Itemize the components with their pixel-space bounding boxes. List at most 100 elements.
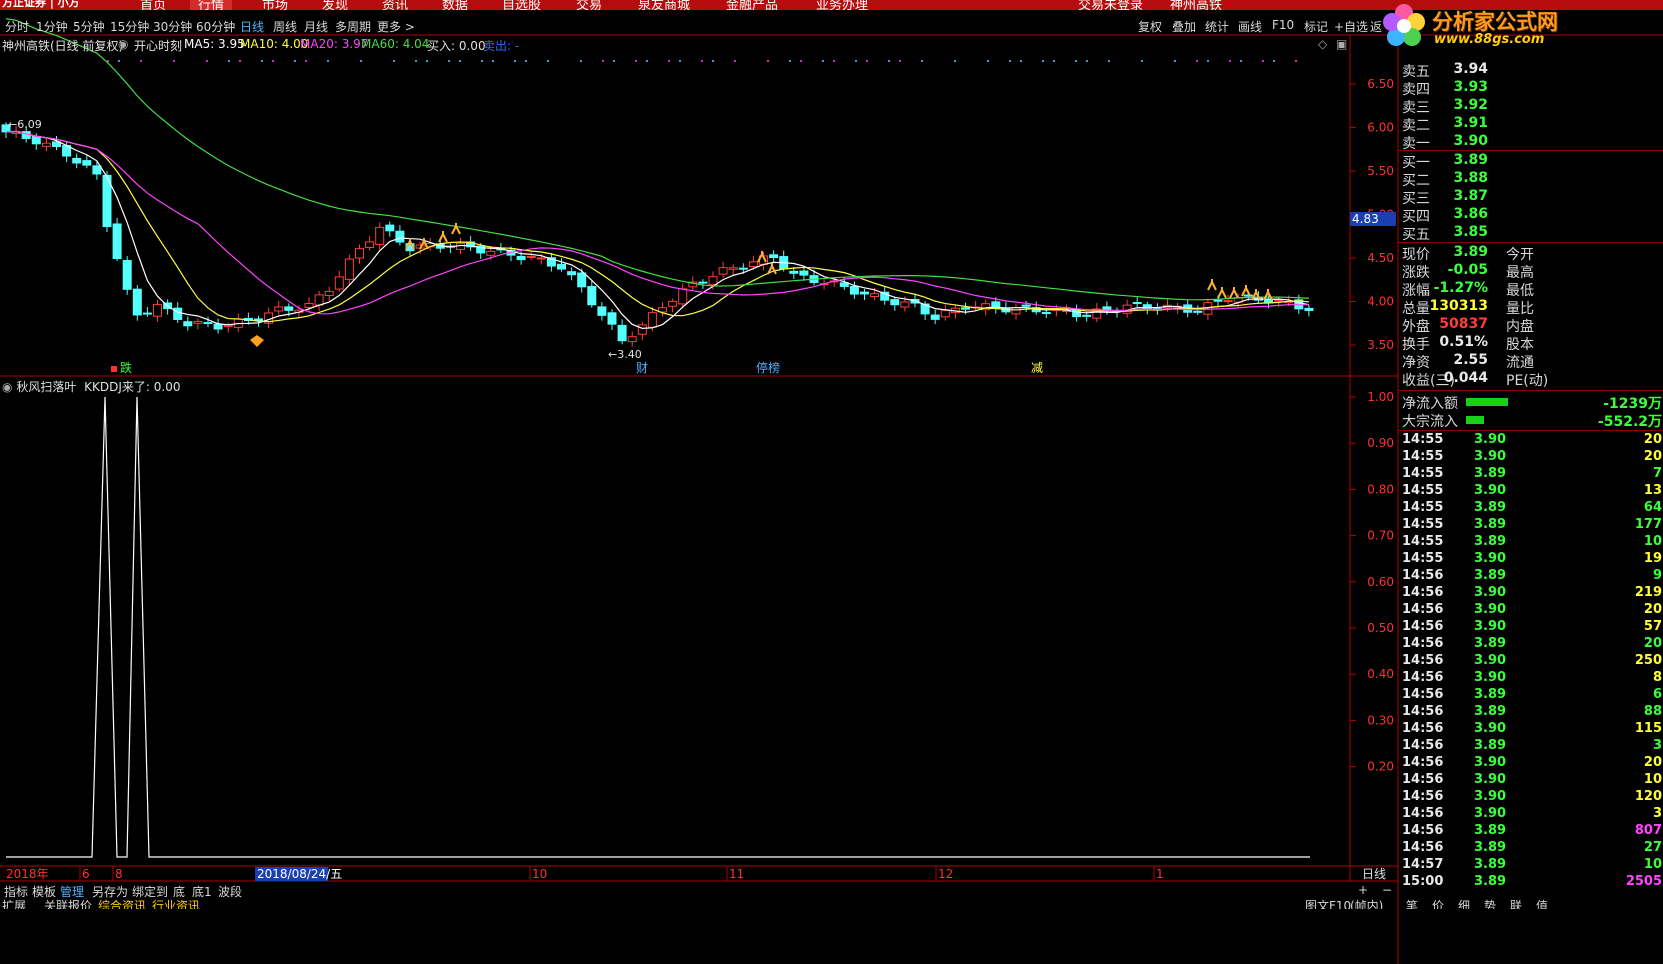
- sell-level-1[interactable]: 卖一 3.90: [1400, 133, 1662, 152]
- period-weekly[interactable]: 周线: [273, 18, 297, 35]
- login-status[interactable]: 交易未登录: [1078, 0, 1143, 10]
- bottom2-detail[interactable]: 细: [1458, 898, 1470, 909]
- bottom2-related-quotes[interactable]: 关联报价: [44, 898, 92, 909]
- zoom-in-button[interactable]: +: [1358, 883, 1368, 897]
- stat-row-2-label2: 最低: [1506, 283, 1534, 299]
- period-30min[interactable]: 30分钟: [153, 18, 192, 35]
- tool-stats-button[interactable]: 统计: [1205, 18, 1229, 35]
- menu-quotes[interactable]: 行情: [190, 0, 233, 10]
- buy-level-5-value: 3.85: [1453, 224, 1488, 240]
- bottom2-inframe[interactable]: (帧内): [1350, 898, 1383, 909]
- candle-body: [72, 157, 82, 164]
- candle-body: [587, 286, 597, 306]
- stat-row-1[interactable]: 涨跌 -0.05 最高: [1400, 262, 1662, 281]
- candle-body: [708, 276, 718, 286]
- signal-dot: [1108, 60, 1110, 62]
- tool-mark-button[interactable]: 标记: [1304, 18, 1328, 35]
- candle-body: [849, 285, 859, 295]
- menu-trade[interactable]: 交易: [576, 0, 602, 10]
- signal-dot: [1229, 60, 1231, 62]
- stat-row-6[interactable]: 净资 2.55 流通: [1400, 352, 1662, 371]
- tick-volume: 57: [1643, 619, 1662, 634]
- buy-level-3[interactable]: 买三 3.87: [1400, 188, 1662, 207]
- period-1min[interactable]: 1分钟: [36, 18, 68, 35]
- menu-discover[interactable]: 发现: [322, 0, 348, 10]
- tick-volume: 115: [1634, 721, 1662, 736]
- sell-signal-label: 卖出: -: [483, 39, 520, 53]
- tick-price: 3.90: [1474, 602, 1507, 617]
- stat-row-4[interactable]: 外盘 50837 内盘: [1400, 316, 1662, 335]
- tool-overlay-button[interactable]: 叠加: [1172, 18, 1196, 35]
- bottom2-trend[interactable]: 势: [1484, 898, 1496, 909]
- sub-indicator-title[interactable]: 秋风扫落叶: [16, 380, 76, 394]
- stat-row-3[interactable]: 总量 130313 量比: [1400, 298, 1662, 317]
- tool-f10-button[interactable]: F10: [1272, 18, 1294, 32]
- indicator-name[interactable]: 开心时刻: [134, 37, 182, 54]
- period-5min[interactable]: 5分钟: [73, 18, 105, 35]
- buy-level-4[interactable]: 买四 3.86: [1400, 206, 1662, 225]
- indicator-toggle-icon[interactable]: ◉: [118, 37, 128, 51]
- candle-body: [728, 267, 738, 270]
- flow-row-1: 大宗流入 -552.2万: [1400, 411, 1662, 430]
- window-icon[interactable]: ▣: [1336, 37, 1347, 51]
- stat-row-2[interactable]: 涨幅 -1.27% 最低: [1400, 280, 1662, 299]
- sell-level-4[interactable]: 卖四 3.93: [1400, 79, 1662, 98]
- tool-add-watchlist-button[interactable]: +自选: [1334, 18, 1368, 35]
- period-60min[interactable]: 60分钟: [196, 18, 235, 35]
- sub-axis-label: 0.80: [1367, 482, 1394, 496]
- period-timeshare[interactable]: 分时: [5, 18, 29, 35]
- stat-row-5-label2: 股本: [1506, 337, 1534, 353]
- menu-services[interactable]: 业务办理: [816, 0, 868, 10]
- diamond-icon[interactable]: ◇: [1318, 37, 1327, 51]
- sell-level-5[interactable]: 卖五 3.94: [1400, 61, 1662, 80]
- buy-level-2[interactable]: 买二 3.88: [1400, 170, 1662, 189]
- tick-time: 14:56: [1402, 585, 1444, 600]
- menu-data[interactable]: 数据: [442, 0, 468, 10]
- signal-dot: [393, 60, 395, 62]
- zoom-out-button[interactable]: −: [1382, 883, 1392, 897]
- tick-row: 14:56 3.89 807: [1400, 823, 1662, 840]
- menu-market[interactable]: 市场: [262, 0, 288, 10]
- menu-finance-products[interactable]: 金融产品: [726, 0, 778, 10]
- candle-body: [627, 336, 637, 343]
- tool-adjust-button[interactable]: 复权: [1138, 18, 1162, 35]
- bottom2-price[interactable]: 价: [1432, 898, 1444, 909]
- signal-dot: [360, 60, 362, 62]
- quote-panel: 卖五 3.94 卖四 3.93 卖三 3.92 卖二 3.91 卖一 3.90 买一 3.89 买二 3.…: [1398, 50, 1663, 964]
- bottom2-ticks[interactable]: 笔: [1406, 898, 1418, 909]
- bottom2-extend[interactable]: 扩展: [2, 898, 26, 909]
- sell-level-3[interactable]: 卖三 3.92: [1400, 97, 1662, 116]
- stat-row-5[interactable]: 换手 0.51% 股本: [1400, 334, 1662, 353]
- tool-draw-button[interactable]: 画线: [1238, 18, 1262, 35]
- period-15min[interactable]: 15分钟: [110, 18, 149, 35]
- tick-price: 3.89: [1474, 857, 1507, 872]
- tick-time: 14:56: [1402, 670, 1444, 685]
- bottom2-f10[interactable]: 图文F10: [1305, 898, 1351, 909]
- stat-row-0[interactable]: 现价 3.89 今开: [1400, 244, 1662, 263]
- sub-indicator-label: ◉ 秋风扫落叶 KKDDJ来了: 0.00: [2, 378, 181, 395]
- bottom2-value[interactable]: 值: [1536, 898, 1548, 909]
- tick-volume: 120: [1634, 789, 1662, 804]
- bottom2-link[interactable]: 联: [1510, 898, 1522, 909]
- sell-level-2[interactable]: 卖二 3.91: [1400, 115, 1662, 134]
- period-multi[interactable]: 多周期: [335, 18, 371, 35]
- stat-row-7[interactable]: 收益(三) 0.044 PE(动): [1400, 370, 1662, 389]
- candle-body: [365, 241, 375, 249]
- sub-indicator-toggle-icon[interactable]: ◉: [2, 380, 12, 394]
- bottom2-general-news[interactable]: 综合资讯: [98, 898, 146, 909]
- bottom2-industry-news[interactable]: 行业资讯: [152, 898, 200, 909]
- buy-level-5[interactable]: 买五 3.85: [1400, 224, 1662, 243]
- period-daily[interactable]: 日线: [240, 18, 264, 35]
- signal-dot: [767, 60, 769, 62]
- candle-body: [1243, 294, 1253, 297]
- menu-home[interactable]: 首页: [140, 0, 166, 10]
- menu-mall[interactable]: 泉友商城: [638, 0, 690, 10]
- menu-news[interactable]: 资讯: [382, 0, 408, 10]
- menu-watchlist[interactable]: 自选股: [502, 0, 541, 10]
- period-more[interactable]: 更多 >: [377, 18, 415, 35]
- ma5-line: [5, 130, 1310, 329]
- buy-level-1[interactable]: 买一 3.89: [1400, 152, 1662, 171]
- tick-row: 14:55 3.89 64: [1400, 500, 1662, 517]
- period-monthly[interactable]: 月线: [304, 18, 328, 35]
- candle-body: [334, 276, 344, 290]
